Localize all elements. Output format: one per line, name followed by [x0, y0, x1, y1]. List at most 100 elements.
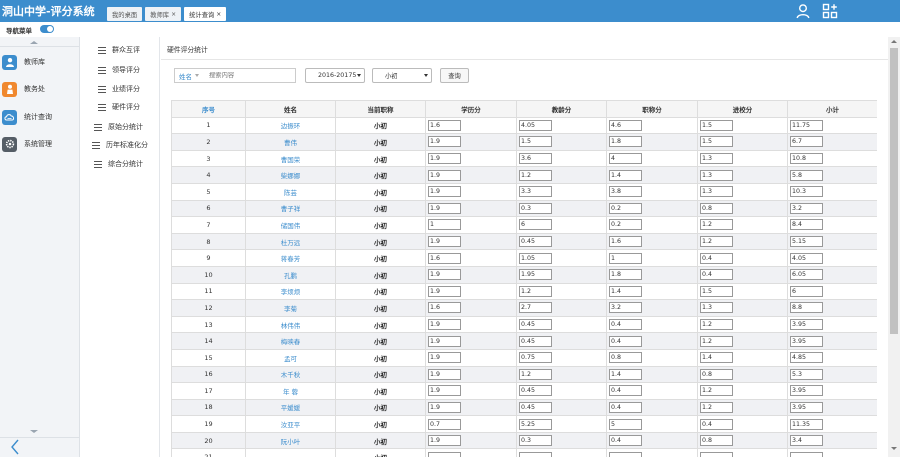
score-input[interactable]: 0.4: [700, 252, 733, 264]
teacher-name-link[interactable]: 曹国荣: [245, 149, 336, 168]
score-input[interactable]: 0.45: [519, 401, 552, 413]
score-input[interactable]: 1.9: [428, 368, 461, 380]
score-input[interactable]: 11.75: [790, 119, 823, 131]
score-input[interactable]: 1.9: [428, 435, 461, 447]
score-input[interactable]: 3.2: [790, 202, 823, 214]
score-input[interactable]: 1.9: [428, 186, 461, 198]
score-input[interactable]: 6.05: [790, 269, 823, 281]
teacher-name-link[interactable]: 阮小叶: [245, 431, 336, 450]
teacher-name-link[interactable]: [245, 448, 336, 457]
score-input[interactable]: 0.2: [609, 202, 642, 214]
teacher-name-link[interactable]: 年 蓉: [245, 382, 336, 400]
nav-toggle-switch[interactable]: [40, 25, 54, 33]
score-input[interactable]: 1.9: [428, 352, 461, 364]
score-input[interactable]: 1.9: [428, 269, 461, 281]
score-input[interactable]: 1.9: [428, 335, 461, 347]
teacher-name-link[interactable]: 边振环: [245, 116, 336, 135]
score-input[interactable]: 1.05: [519, 252, 552, 264]
score-input[interactable]: 1.8: [609, 136, 642, 148]
score-input[interactable]: 1.5: [700, 136, 733, 148]
nav-item-system-admin[interactable]: 系统管理: [2, 135, 78, 153]
score-input[interactable]: 1.9: [428, 401, 461, 413]
teacher-name-link[interactable]: 孔鹏: [245, 265, 336, 284]
score-input[interactable]: 0.8: [700, 202, 733, 214]
score-input[interactable]: 3.2: [609, 302, 642, 314]
submenu-item-peer-review[interactable]: 群众互评: [98, 45, 140, 55]
score-input[interactable]: 1.5: [519, 136, 552, 148]
score-input[interactable]: 1.4: [609, 368, 642, 380]
score-input[interactable]: 1.2: [700, 335, 733, 347]
score-input[interactable]: 1.6: [609, 236, 642, 248]
submenu-item-composite-stats[interactable]: 综合分统计: [94, 159, 143, 169]
score-input[interactable]: 1.9: [428, 202, 461, 214]
score-input[interactable]: 0.4: [609, 319, 642, 331]
score-input[interactable]: 1.8: [609, 269, 642, 281]
score-input[interactable]: 1: [609, 252, 642, 264]
submenu-item-hardware-score[interactable]: 硬件评分: [98, 102, 140, 112]
score-input[interactable]: 1.2: [700, 385, 733, 397]
score-input[interactable]: 1.9: [428, 385, 461, 397]
score-input[interactable]: 1.2: [519, 169, 552, 181]
score-input[interactable]: [609, 451, 642, 457]
score-input[interactable]: 1.95: [519, 269, 552, 281]
close-icon[interactable]: ×: [216, 11, 221, 18]
scroll-up-icon[interactable]: [30, 41, 38, 44]
score-input[interactable]: 0.8: [609, 352, 642, 364]
score-input[interactable]: 3.95: [790, 319, 823, 331]
scroll-up-icon[interactable]: [891, 40, 897, 43]
teacher-name-link[interactable]: 蒋春芳: [245, 249, 336, 267]
score-input[interactable]: 1.9: [428, 319, 461, 331]
score-input[interactable]: 1.9: [428, 169, 461, 181]
score-input[interactable]: 4.05: [519, 119, 552, 131]
score-input[interactable]: 1.2: [700, 319, 733, 331]
score-input[interactable]: 5: [609, 418, 642, 430]
score-input[interactable]: 0.7: [428, 418, 461, 430]
teacher-name-link[interactable]: 曹伟: [245, 133, 336, 151]
score-input[interactable]: 1.9: [428, 136, 461, 148]
tab-0[interactable]: 我的桌面: [107, 7, 143, 21]
score-input[interactable]: 10.8: [790, 153, 823, 165]
score-input[interactable]: 1.2: [700, 219, 733, 231]
score-input[interactable]: 1.5: [700, 285, 733, 297]
score-input[interactable]: 3.95: [790, 401, 823, 413]
submenu-item-leader-score[interactable]: 领导评分: [98, 65, 140, 75]
score-input[interactable]: 3.95: [790, 385, 823, 397]
apps-icon[interactable]: [822, 3, 838, 19]
score-input[interactable]: 1.2: [700, 236, 733, 248]
score-input[interactable]: 6: [519, 219, 552, 231]
submenu-item-performance-score[interactable]: 业绩评分: [98, 84, 140, 94]
score-input[interactable]: 1.6: [428, 302, 461, 314]
teacher-name-link[interactable]: 梅映春: [245, 332, 336, 350]
score-input[interactable]: 0.8: [700, 368, 733, 380]
teacher-name-link[interactable]: 汝亚平: [245, 415, 336, 433]
score-input[interactable]: 10.3: [790, 186, 823, 198]
teacher-name-link[interactable]: 曹子祥: [245, 199, 336, 218]
score-input[interactable]: 11.35: [790, 418, 823, 430]
score-input[interactable]: 8.4: [790, 219, 823, 231]
search-input[interactable]: [209, 72, 289, 79]
teacher-name-link[interactable]: 木千秋: [245, 365, 336, 384]
collapse-arrow-icon[interactable]: [10, 438, 20, 456]
score-input[interactable]: 1.4: [700, 352, 733, 364]
score-input[interactable]: 6.7: [790, 136, 823, 148]
user-icon[interactable]: [795, 3, 811, 19]
score-input[interactable]: 1.2: [519, 368, 552, 380]
nav-item-stats-query[interactable]: 统计查询: [2, 108, 78, 126]
tab-1[interactable]: 教师库 ×: [145, 7, 182, 21]
teacher-name-link[interactable]: 陈芸: [245, 182, 336, 201]
score-input[interactable]: 0.4: [609, 335, 642, 347]
teacher-name-link[interactable]: 李烦烦: [245, 282, 336, 301]
score-input[interactable]: 4.85: [790, 352, 823, 364]
score-input[interactable]: 0.2: [609, 219, 642, 231]
score-input[interactable]: 1.4: [609, 169, 642, 181]
score-input[interactable]: 1.2: [519, 285, 552, 297]
score-input[interactable]: [790, 451, 823, 457]
score-input[interactable]: 0.45: [519, 385, 552, 397]
scroll-down-icon[interactable]: [891, 447, 897, 450]
level-select[interactable]: 小初: [372, 68, 432, 83]
score-input[interactable]: 0.4: [609, 401, 642, 413]
score-input[interactable]: 8.8: [790, 302, 823, 314]
score-input[interactable]: 1.4: [609, 285, 642, 297]
score-input[interactable]: 4.6: [609, 119, 642, 131]
score-input[interactable]: 5.25: [519, 418, 552, 430]
